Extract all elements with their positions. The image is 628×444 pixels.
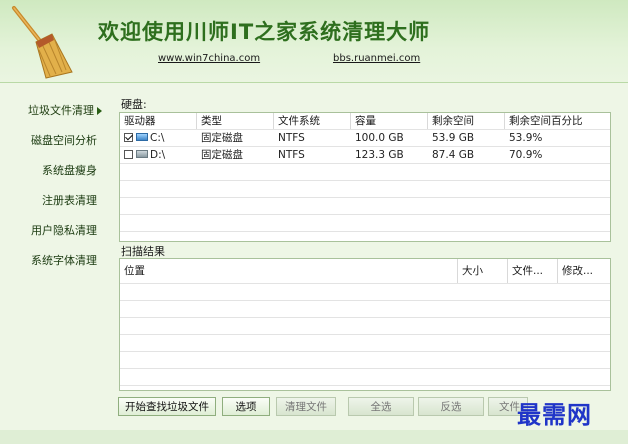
sidebar-item-label: 系统字体清理 (31, 254, 97, 267)
filesystem-cell: NTFS (278, 149, 305, 161)
table-row-empty (120, 369, 610, 386)
table-row-empty (120, 352, 610, 369)
table-row-empty (120, 335, 610, 352)
free-cell: 53.9 GB (432, 132, 475, 144)
capacity-cell: 123.3 GB (355, 149, 404, 161)
filesystem-cell: NTFS (278, 132, 305, 144)
watermark-logo: 最需网 (517, 400, 592, 429)
column-header-type[interactable]: 类型 (197, 113, 274, 129)
drive-cell: C:\ (120, 130, 196, 146)
sidebar-item-label: 磁盘空间分析 (31, 134, 97, 147)
disk-table-header: 驱动器 类型 文件系统 容量 剩余空间 剩余空间百分比 (120, 113, 610, 130)
column-header-filesystem[interactable]: 文件系统 (274, 113, 351, 129)
capacity-cell: 100.0 GB (355, 132, 404, 144)
column-header-file[interactable]: 文件... (508, 259, 558, 283)
sidebar-item-disk-analysis[interactable]: 磁盘空间分析 (31, 132, 97, 148)
type-cell: 固定磁盘 (201, 132, 243, 144)
column-header-modified[interactable]: 修改... (558, 259, 608, 283)
sidebar-item-label: 系统盘瘦身 (42, 164, 97, 177)
sidebar-item-label: 垃圾文件清理 (28, 104, 94, 117)
table-row[interactable]: D:\ 固定磁盘 NTFS 123.3 GB 87.4 GB 70.9% (120, 147, 610, 164)
table-row-empty (120, 284, 610, 301)
sidebar-item-font-clean[interactable]: 系统字体清理 (31, 252, 97, 268)
scan-table-header: 位置 大小 文件... 修改... (120, 259, 610, 284)
scan-section-label: 扫描结果 (121, 245, 165, 258)
checkbox[interactable] (124, 132, 133, 142)
website-link[interactable]: www.win7china.com (158, 53, 260, 64)
drive-icon (136, 150, 148, 158)
invert-selection-button[interactable]: 反选 (418, 397, 484, 416)
app-header: 欢迎使用川师IT之家系统清理大师 www.win7china.com bbs.r… (0, 0, 628, 83)
drive-cell: D:\ (120, 147, 196, 163)
scan-results-table: 位置 大小 文件... 修改... (119, 258, 611, 391)
column-header-size[interactable]: 大小 (458, 259, 508, 283)
forum-link[interactable]: bbs.ruanmei.com (333, 53, 420, 64)
broom-icon (12, 6, 73, 79)
table-row[interactable]: C:\ 固定磁盘 NTFS 100.0 GB 53.9 GB 53.9% (120, 130, 610, 147)
table-row-empty (120, 198, 610, 215)
table-row-empty (120, 181, 610, 198)
column-header-drive[interactable]: 驱动器 (120, 113, 197, 129)
disk-table: 驱动器 类型 文件系统 容量 剩余空间 剩余空间百分比 C:\ 固定磁盘 NTF… (119, 112, 611, 242)
table-row-empty (120, 318, 610, 335)
sidebar-item-junk-clean[interactable]: 垃圾文件清理 (28, 102, 102, 118)
sidebar-item-registry-clean[interactable]: 注册表清理 (42, 192, 97, 208)
sidebar-item-label: 用户隐私清理 (31, 224, 97, 237)
column-header-free[interactable]: 剩余空间 (428, 113, 505, 129)
sidebar-item-system-slim[interactable]: 系统盘瘦身 (42, 162, 97, 178)
select-all-button[interactable]: 全选 (348, 397, 414, 416)
app-title: 欢迎使用川师IT之家系统清理大师 (98, 20, 431, 44)
drive-icon (136, 133, 148, 141)
status-bar (0, 430, 628, 444)
options-button[interactable]: 选项 (222, 397, 270, 416)
table-row-empty (120, 301, 610, 318)
free-percent-cell: 70.9% (509, 149, 543, 161)
disk-section-label: 硬盘: (121, 98, 147, 111)
clean-files-button[interactable]: 清理文件 (276, 397, 336, 416)
arrow-right-icon (97, 107, 102, 115)
sidebar-item-label: 注册表清理 (42, 194, 97, 207)
column-header-location[interactable]: 位置 (120, 259, 458, 283)
free-percent-cell: 53.9% (509, 132, 543, 144)
drive-label: D:\ (150, 149, 166, 161)
type-cell: 固定磁盘 (201, 149, 243, 161)
checkbox[interactable] (124, 149, 133, 159)
column-header-capacity[interactable]: 容量 (351, 113, 428, 129)
free-cell: 87.4 GB (432, 149, 475, 161)
column-header-free-percent[interactable]: 剩余空间百分比 (505, 113, 609, 129)
sidebar-item-privacy-clean[interactable]: 用户隐私清理 (31, 222, 97, 238)
drive-label: C:\ (150, 132, 165, 144)
table-row-empty (120, 164, 610, 181)
start-scan-button[interactable]: 开始查找垃圾文件 (118, 397, 216, 416)
table-row-empty (120, 215, 610, 232)
